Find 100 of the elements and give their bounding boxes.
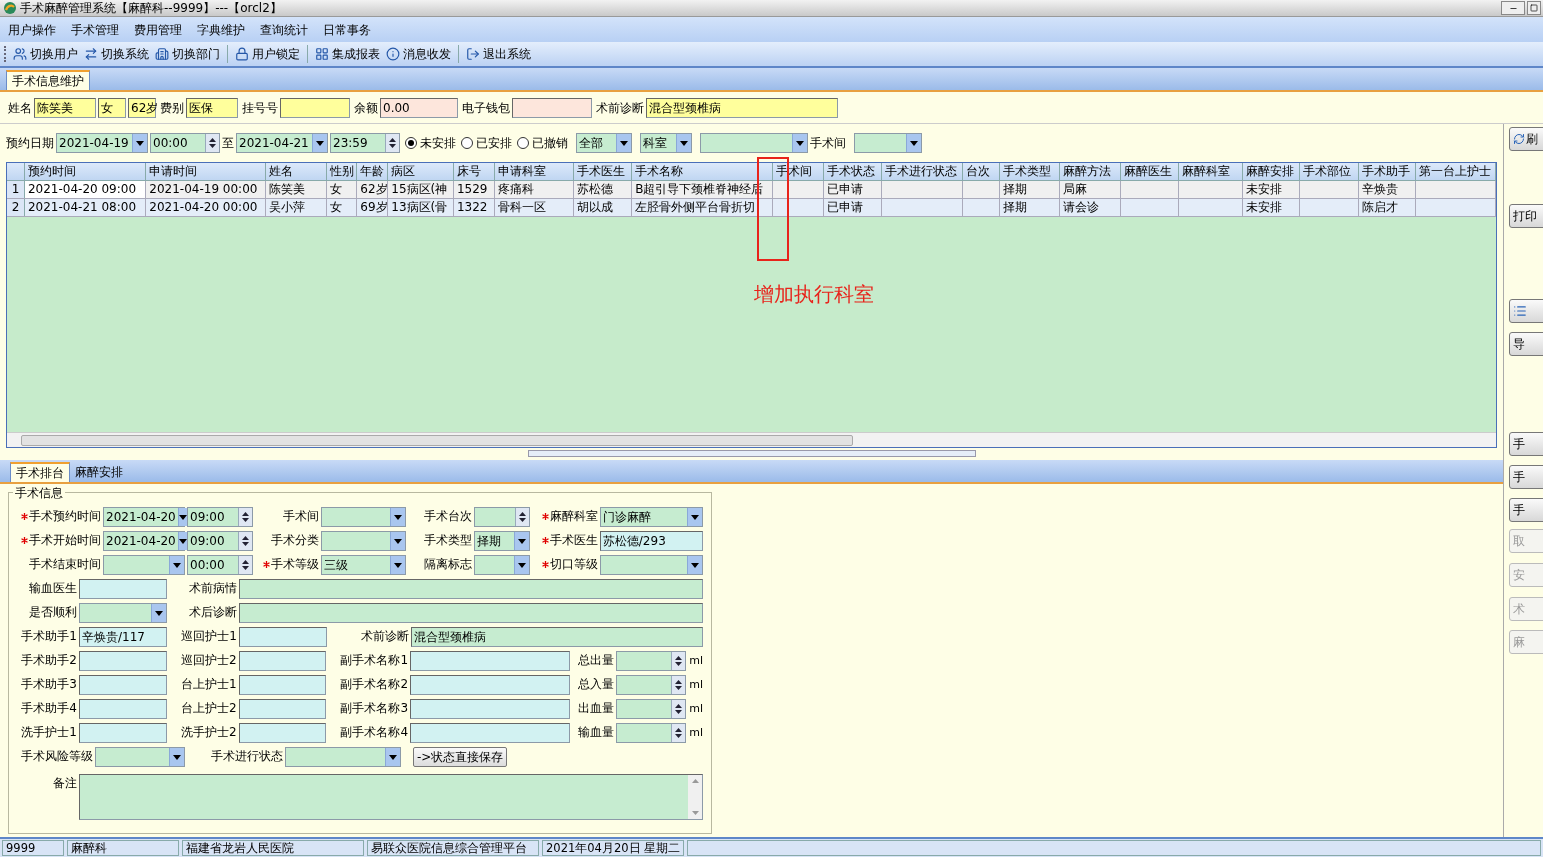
column-header[interactable]: 手术部位: [1299, 163, 1359, 180]
input-field[interactable]: 辛焕贵/117: [79, 627, 167, 647]
dropdown-field[interactable]: [474, 555, 530, 575]
spin-field[interactable]: 09:00: [187, 507, 253, 527]
input-field[interactable]: 医保: [186, 97, 238, 118]
spin-field[interactable]: [616, 723, 687, 743]
column-header[interactable]: 麻醉安排: [1243, 163, 1300, 180]
input-field[interactable]: [410, 723, 571, 743]
splitter-handle[interactable]: [527, 450, 976, 457]
toolbar-button[interactable]: 用户锁定: [232, 45, 303, 63]
page-tab[interactable]: 手术信息维护: [6, 70, 90, 90]
toolbar-button[interactable]: 退出系统: [463, 45, 534, 63]
side-button[interactable]: 手: [1509, 432, 1543, 456]
input-field[interactable]: [410, 675, 571, 695]
dropdown-field[interactable]: [103, 555, 185, 575]
input-field[interactable]: [239, 603, 703, 623]
refresh-button[interactable]: 刷: [1509, 127, 1543, 151]
input-field[interactable]: 0.00: [380, 97, 458, 118]
spin-field[interactable]: [474, 507, 531, 527]
dropdown-field[interactable]: [321, 507, 407, 527]
column-header[interactable]: 性别: [327, 163, 358, 180]
radio-option[interactable]: 已安排: [461, 134, 512, 152]
dropdown-field[interactable]: [700, 133, 808, 153]
input-field[interactable]: [79, 579, 167, 599]
input-field[interactable]: 女: [98, 97, 126, 118]
notes-textarea[interactable]: [79, 774, 703, 820]
dropdown-field[interactable]: 2021-04-21: [236, 133, 328, 153]
input-field[interactable]: [238, 675, 327, 695]
input-field[interactable]: [410, 699, 571, 719]
input-field[interactable]: 苏松德/293: [599, 531, 703, 551]
side-button[interactable]: 导: [1509, 332, 1543, 356]
column-header[interactable]: 手术助手: [1358, 163, 1417, 180]
dropdown-field[interactable]: 2021-04-20: [103, 507, 185, 527]
scrollbar-thumb[interactable]: [21, 434, 853, 446]
spin-field[interactable]: [616, 651, 687, 671]
save-status-button[interactable]: ->状态直接保存: [413, 747, 508, 767]
dropdown-field[interactable]: 2021-04-20: [103, 531, 185, 551]
column-header[interactable]: 第一台上护士: [1416, 163, 1496, 180]
column-header[interactable]: 申请时间: [146, 163, 266, 180]
dropdown-field[interactable]: 全部: [576, 133, 632, 153]
section-tab[interactable]: 手术排台: [10, 462, 70, 482]
radio-button[interactable]: [517, 137, 529, 149]
spin-field[interactable]: [616, 699, 687, 719]
column-header[interactable]: 手术类型: [1000, 163, 1061, 180]
column-header[interactable]: 预约时间: [24, 163, 147, 180]
input-field[interactable]: [238, 651, 327, 671]
menu-item[interactable]: 字典维护: [197, 20, 245, 39]
column-header[interactable]: 手术医生: [574, 163, 633, 180]
input-field[interactable]: [79, 699, 167, 719]
side-button[interactable]: 手: [1509, 498, 1543, 522]
column-header[interactable]: 台次: [962, 163, 1001, 180]
input-field[interactable]: [79, 675, 167, 695]
menu-item[interactable]: 费用管理: [134, 20, 182, 39]
dropdown-field[interactable]: [95, 747, 185, 767]
minimize-button[interactable]: [1501, 1, 1525, 15]
dropdown-field[interactable]: 三级: [321, 555, 407, 575]
toolbar-button[interactable]: 切换用户: [10, 45, 81, 63]
side-button[interactable]: 打印: [1509, 204, 1543, 228]
menu-item[interactable]: 用户操作: [8, 20, 56, 39]
column-header[interactable]: 手术名称: [632, 163, 774, 180]
input-field[interactable]: 陈笑美: [34, 97, 96, 118]
spin-field[interactable]: [616, 675, 687, 695]
spin-field[interactable]: 00:00: [187, 555, 253, 575]
menu-item[interactable]: 查询统计: [260, 20, 308, 39]
dropdown-field[interactable]: [79, 603, 167, 623]
input-field[interactable]: [512, 97, 592, 118]
toolbar-button[interactable]: 集成报表: [312, 45, 383, 63]
spin-field[interactable]: 23:59: [330, 133, 400, 153]
dropdown-field[interactable]: [321, 531, 407, 551]
column-header[interactable]: 申请科室: [494, 163, 575, 180]
column-header[interactable]: 麻醉医生: [1120, 163, 1179, 180]
dropdown-field[interactable]: 择期: [474, 531, 530, 551]
spin-field[interactable]: 09:00: [187, 531, 253, 551]
dropdown-field[interactable]: [599, 555, 703, 575]
input-field[interactable]: [238, 699, 327, 719]
column-header[interactable]: 病区: [388, 163, 455, 180]
input-field[interactable]: [239, 627, 327, 647]
column-header[interactable]: 手术进行状态: [881, 163, 963, 180]
column-header[interactable]: 麻醉科室: [1178, 163, 1244, 180]
table-row[interactable]: 2 2021-04-21 08:00 2021-04-20 00:00 吴小萍 女 69岁 13病区(骨 1322 骨科一区 胡以成 左胫骨外侧平台骨折切 已申请 择期 请会诊 未安排 陈启才: [7, 199, 1496, 217]
toolbar-button[interactable]: 切换部门: [152, 45, 223, 63]
section-tab[interactable]: 麻醉安排: [70, 462, 128, 482]
radio-button[interactable]: [405, 137, 417, 149]
toolbar-button[interactable]: 消息收发: [383, 45, 454, 63]
menu-item[interactable]: 手术管理: [71, 20, 119, 39]
side-button[interactable]: 手: [1509, 465, 1543, 489]
dropdown-field[interactable]: [854, 133, 922, 153]
column-header[interactable]: 床号: [454, 163, 495, 180]
input-field[interactable]: [410, 651, 571, 671]
column-header[interactable]: 手术状态: [824, 163, 882, 180]
input-field[interactable]: 混合型颈椎病: [411, 627, 703, 647]
radio-option[interactable]: 未安排: [405, 134, 456, 152]
dropdown-field[interactable]: 科室: [640, 133, 692, 153]
dropdown-field[interactable]: 门诊麻醉: [600, 507, 703, 527]
menu-item[interactable]: 日常事务: [323, 20, 371, 39]
column-header[interactable]: 姓名: [265, 163, 328, 180]
input-field[interactable]: [79, 723, 167, 743]
radio-button[interactable]: [461, 137, 473, 149]
dropdown-field[interactable]: 2021-04-19: [56, 133, 148, 153]
restore-button[interactable]: [1527, 1, 1541, 15]
